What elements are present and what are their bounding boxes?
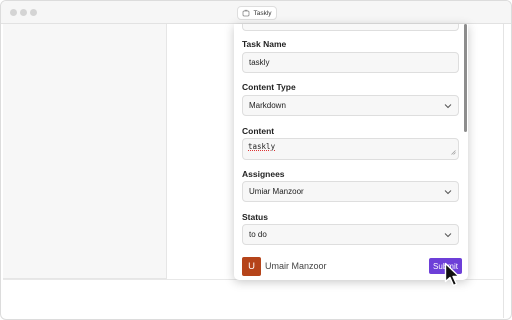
chevron-down-icon bbox=[444, 232, 452, 238]
browser-window: Taskly Task Name taskly Content Type Mar… bbox=[0, 0, 512, 320]
window-tab[interactable]: Taskly bbox=[237, 6, 277, 20]
task-name-label: Task Name bbox=[242, 39, 287, 49]
previous-field-edge bbox=[242, 24, 459, 31]
window-maximize-dot[interactable] bbox=[30, 9, 37, 16]
avatar: U bbox=[242, 257, 261, 276]
window-title: Taskly bbox=[253, 9, 272, 17]
assignees-label: Assignees bbox=[242, 169, 285, 179]
cursor-pointer-icon bbox=[444, 262, 462, 293]
content-textarea[interactable]: taskly bbox=[242, 138, 459, 160]
content-divider bbox=[503, 24, 504, 318]
task-name-input[interactable]: taskly bbox=[242, 52, 459, 73]
content-type-value: Markdown bbox=[249, 101, 286, 110]
task-form-modal: Task Name taskly Content Type Markdown C… bbox=[234, 24, 468, 280]
resize-handle-icon[interactable] bbox=[451, 148, 456, 157]
content-type-select[interactable]: Markdown bbox=[242, 95, 459, 116]
assignees-select[interactable]: Umiar Manzoor bbox=[242, 181, 459, 202]
content-type-label: Content Type bbox=[242, 82, 296, 92]
content-value: taskly bbox=[248, 142, 276, 151]
chevron-down-icon bbox=[444, 189, 452, 195]
sidebar-panel bbox=[3, 24, 167, 279]
modal-scrollbar[interactable] bbox=[464, 24, 467, 132]
current-user-name: Umair Manzoor bbox=[265, 261, 327, 271]
chevron-down-icon bbox=[444, 103, 452, 109]
status-select[interactable]: to do bbox=[242, 224, 459, 245]
title-bar: Taskly bbox=[1, 1, 511, 24]
window-close-dot[interactable] bbox=[10, 9, 17, 16]
status-value: to do bbox=[249, 230, 267, 239]
status-label: Status bbox=[242, 212, 268, 222]
assignees-value: Umiar Manzoor bbox=[249, 187, 304, 196]
window-minimize-dot[interactable] bbox=[20, 9, 27, 16]
task-name-value: taskly bbox=[249, 58, 270, 67]
content-label: Content bbox=[242, 126, 275, 136]
app-icon bbox=[242, 9, 250, 17]
